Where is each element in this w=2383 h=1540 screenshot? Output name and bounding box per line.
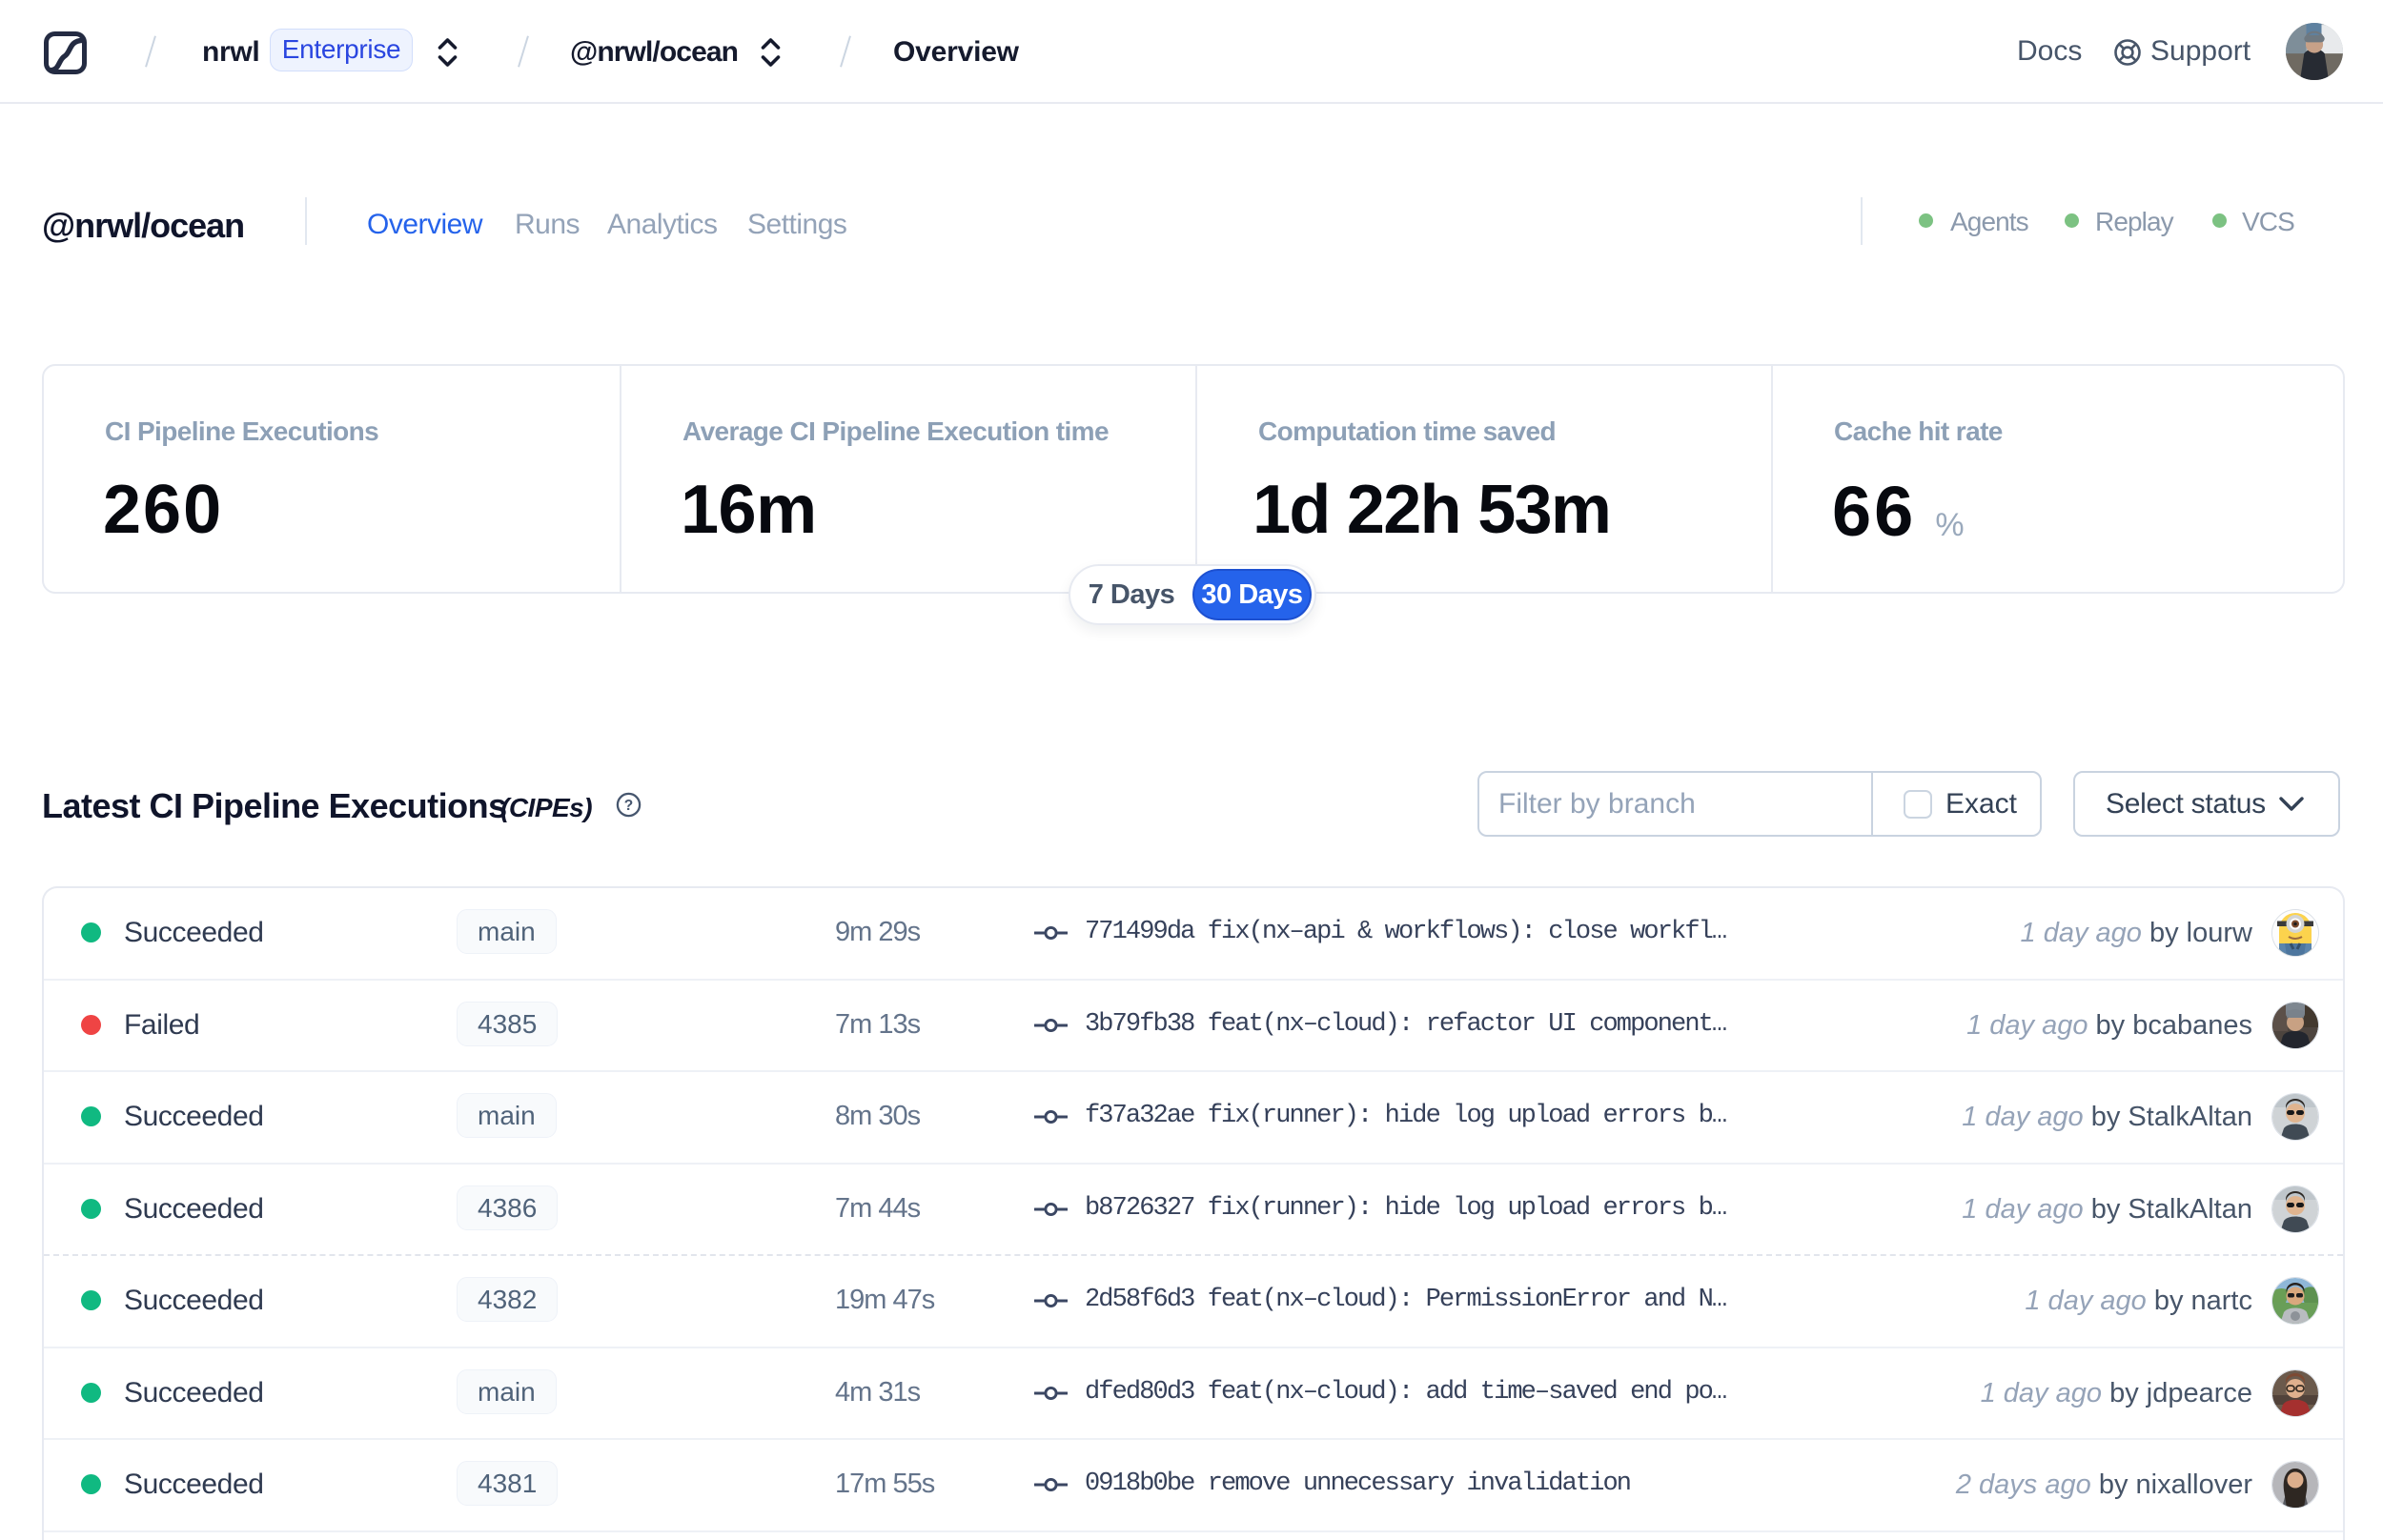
svg-text:?: ?	[624, 798, 633, 814]
